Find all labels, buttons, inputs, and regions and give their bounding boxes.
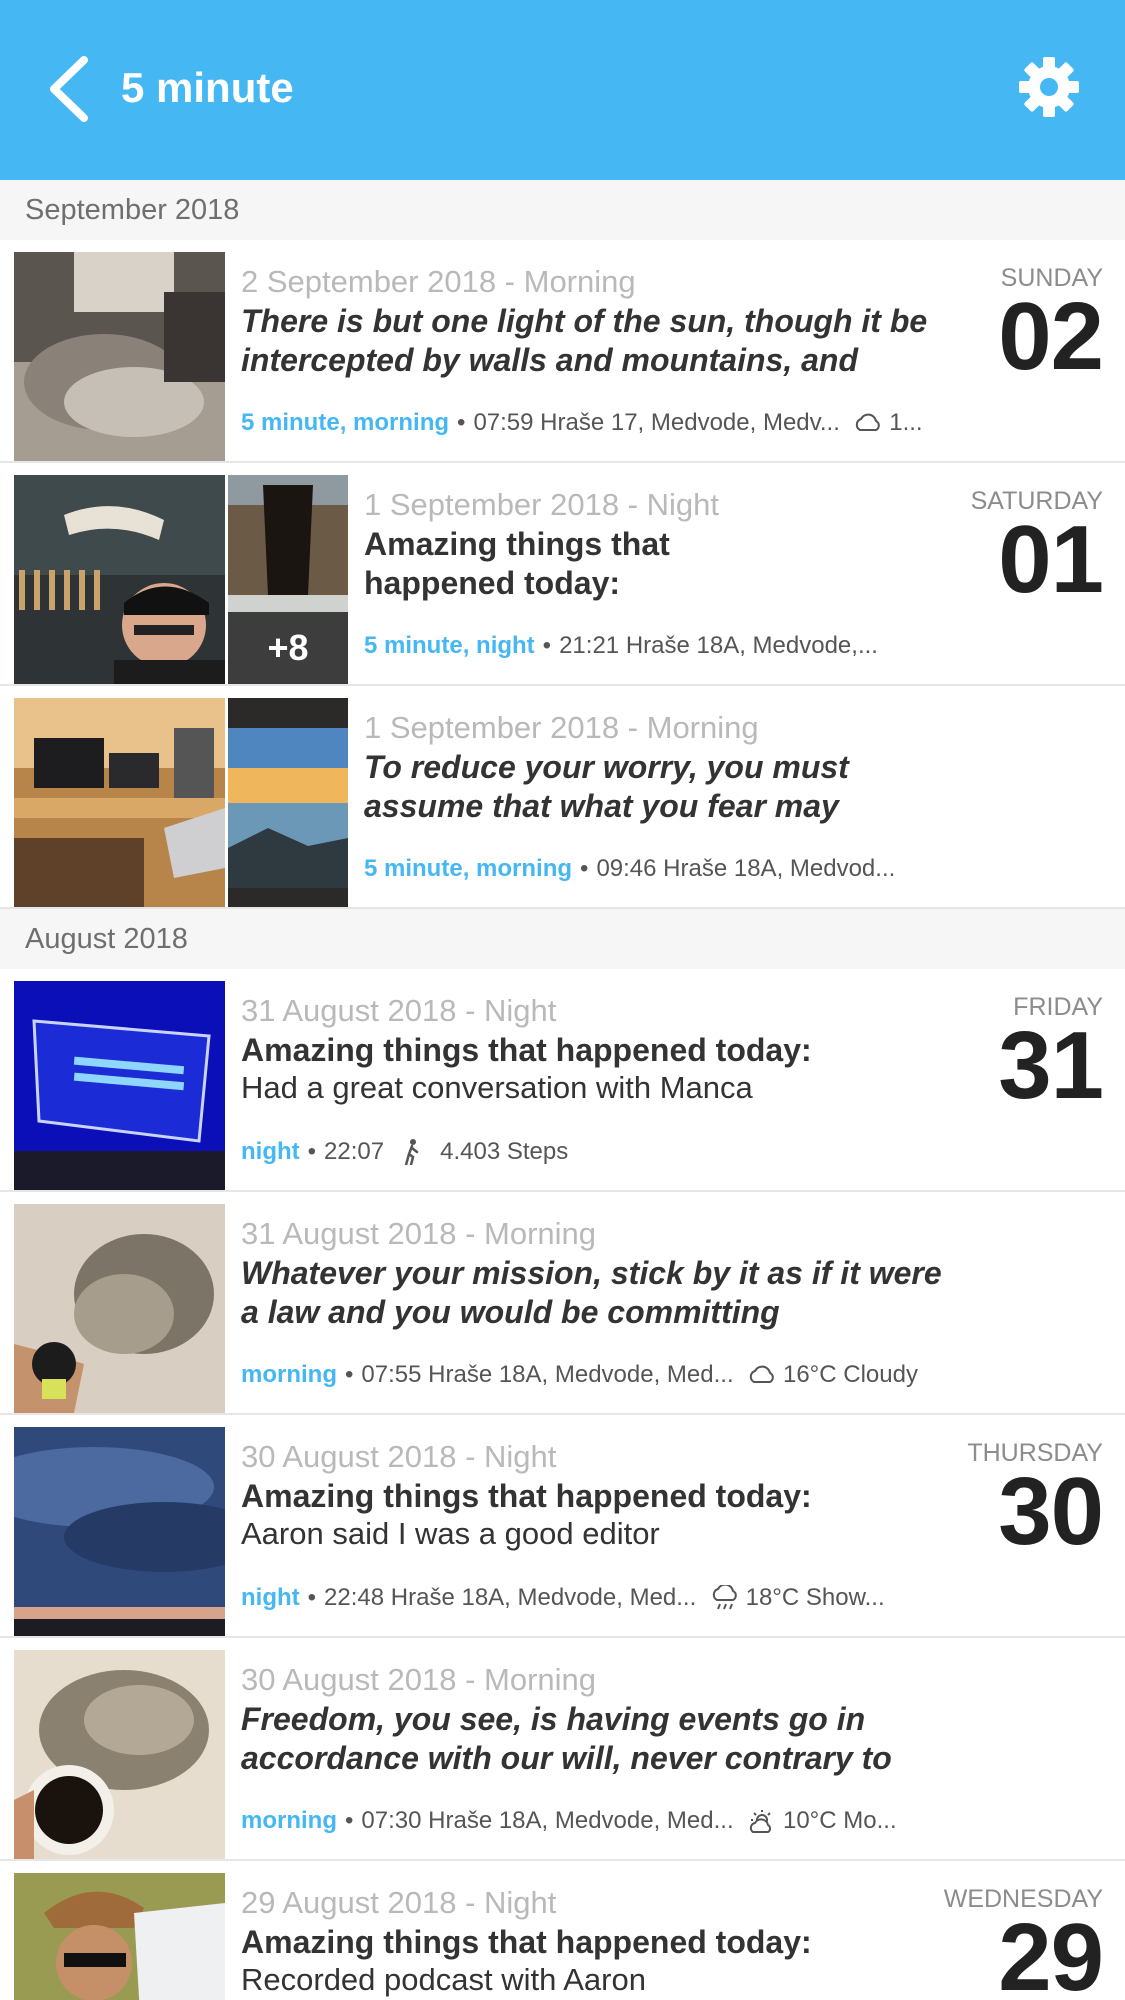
- rain-cloud-icon: [712, 1585, 737, 1610]
- tag-link[interactable]: night: [476, 632, 535, 660]
- separator-dot: •: [580, 855, 589, 882]
- app-header: 5 minute: [0, 0, 1125, 180]
- entry-time: 07:30: [361, 1807, 422, 1834]
- separator-dot: •: [457, 409, 466, 436]
- gear-icon[interactable]: [1018, 56, 1080, 118]
- journal-entry[interactable]: 30 August 2018 - Night Amazing things th…: [0, 1415, 1125, 1638]
- entry-meta: night • 22:48 Hraše 18A, Medvode, Med...…: [241, 1584, 885, 1612]
- entry-date: 31 August 2018 - Morning: [241, 1216, 597, 1251]
- separator-dot: •: [307, 1584, 317, 1611]
- tag-link[interactable]: night: [241, 1584, 300, 1612]
- entry-location: Hraše 17, Medvode, Medv...: [540, 409, 840, 436]
- entry-date: 1 September 2018 - Morning: [364, 710, 759, 745]
- photo-thumbnail: [14, 1204, 225, 1413]
- entry-time: 07:55: [361, 1361, 422, 1388]
- photo-thumbnail: [14, 1873, 225, 2000]
- cloud-icon: [856, 413, 880, 431]
- tag-link[interactable]: 5 minute: [364, 855, 463, 883]
- entry-title: Amazing things that happened today:: [241, 1924, 812, 1960]
- entry-time: 09:46: [596, 855, 657, 882]
- entry-weather: 10°C Mo...: [782, 1807, 897, 1834]
- photo-thumbnail: +8: [228, 475, 348, 684]
- entry-meta: morning • 07:30 Hraše 18A, Medvode, Med.…: [241, 1807, 897, 1835]
- journal-entry[interactable]: +8 1 September 2018 - Night Amazing thin…: [0, 463, 1125, 686]
- photo-thumbnail: [228, 698, 348, 907]
- entry-steps: 4.403 Steps: [440, 1138, 569, 1165]
- tag-link[interactable]: morning: [353, 409, 449, 437]
- photo-thumbnail: [14, 1650, 225, 1859]
- day-number: 29: [998, 1904, 1104, 2000]
- photo-thumbnail: [14, 1427, 225, 1636]
- entry-meta: 5 minute, morning • 09:46 Hraše 18A, Med…: [364, 855, 896, 883]
- entry-title: There is but one light of the sun, thoug…: [241, 303, 928, 378]
- entry-location: Hraše 18A, Medvode,...: [625, 632, 878, 659]
- tag-link[interactable]: morning: [241, 1361, 337, 1389]
- section-header-september: September 2018: [0, 180, 1125, 240]
- tag-link[interactable]: morning: [241, 1807, 337, 1835]
- tag-link[interactable]: morning: [476, 855, 572, 883]
- entry-date: 2 September 2018 - Morning: [241, 264, 636, 299]
- tag-link[interactable]: 5 minute: [241, 409, 340, 437]
- walking-icon: [405, 1139, 419, 1165]
- entry-location: Hraše 18A, Medvode, Med...: [428, 1807, 734, 1834]
- entry-title: Freedom, you see, is having events go in…: [241, 1701, 892, 1776]
- journal-list: September 2018 2 September 2018 - Mornin…: [0, 180, 1125, 2000]
- photo-thumbnail: [14, 981, 225, 1190]
- separator-dot: •: [345, 1807, 354, 1834]
- back-chevron-icon[interactable]: [44, 54, 96, 124]
- day-number: 31: [998, 1012, 1104, 1119]
- entry-title: Amazing things that happened today:: [364, 526, 670, 601]
- partly-sunny-icon: [749, 1810, 772, 1833]
- entry-body: Aaron said I was a good editor: [241, 1516, 660, 1551]
- journal-entry[interactable]: 2 September 2018 - Morning There is but …: [0, 240, 1125, 463]
- more-photos-count: +8: [228, 612, 348, 684]
- entry-weather: 16°C Cloudy: [782, 1361, 918, 1388]
- tag-link[interactable]: night: [241, 1138, 300, 1166]
- cloud-icon: [749, 1365, 774, 1383]
- entry-location: Hraše 18A, Medvod...: [663, 855, 896, 882]
- entry-meta: 5 minute, night • 21:21 Hraše 18A, Medvo…: [364, 632, 878, 660]
- entry-time: 21:21: [559, 632, 620, 659]
- entry-location: Hraše 18A, Medvode, Med...: [390, 1584, 697, 1611]
- journal-entry[interactable]: 1 September 2018 - Morning To reduce you…: [0, 686, 1125, 909]
- entry-title: To reduce your worry, you must assume th…: [364, 749, 849, 824]
- day-number: 30: [998, 1458, 1104, 1565]
- entry-title: Whatever your mission, stick by it as if…: [241, 1255, 942, 1330]
- entry-time: 22:07: [324, 1138, 385, 1165]
- entry-title: Amazing things that happened today:: [241, 1032, 812, 1068]
- entry-date: 30 August 2018 - Morning: [241, 1662, 597, 1697]
- tag-link[interactable]: 5 minute: [364, 632, 463, 660]
- entry-date: 29 August 2018 - Night: [241, 1885, 557, 1920]
- entry-meta: 5 minute, morning • 07:59 Hraše 17, Medv…: [241, 409, 923, 437]
- journal-entry[interactable]: 29 August 2018 - Night Amazing things th…: [0, 1861, 1125, 2000]
- entry-date: 1 September 2018 - Night: [364, 487, 719, 522]
- entry-meta: night • 22:07 4.403 Steps: [241, 1138, 568, 1166]
- entry-weather: 18°C Show...: [745, 1584, 885, 1611]
- section-header-august: August 2018: [0, 909, 1125, 969]
- journal-entry[interactable]: 31 August 2018 - Morning Whatever your m…: [0, 1192, 1125, 1415]
- photo-thumbnail: [14, 698, 225, 907]
- page-title: 5 minute: [121, 64, 294, 111]
- entry-date: 30 August 2018 - Night: [241, 1439, 557, 1474]
- entry-location: Hraše 18A, Medvode, Med...: [428, 1361, 734, 1388]
- day-number: 02: [998, 283, 1104, 390]
- photo-thumbnail: [14, 475, 225, 684]
- separator-dot: •: [542, 632, 552, 659]
- entry-meta: morning • 07:55 Hraše 18A, Medvode, Med.…: [241, 1361, 918, 1389]
- entry-time: 07:59: [473, 409, 534, 436]
- separator-dot: •: [307, 1138, 317, 1165]
- entry-title: Amazing things that happened today:: [241, 1478, 812, 1514]
- entry-body: Recorded podcast with Aaron: [241, 1962, 646, 1997]
- photo-thumbnail: [14, 252, 225, 461]
- day-number: 01: [998, 506, 1104, 613]
- entry-time: 22:48: [324, 1584, 385, 1611]
- separator-dot: •: [345, 1361, 354, 1388]
- entry-body: Had a great conversation with Manca: [241, 1070, 753, 1105]
- journal-entry[interactable]: 30 August 2018 - Morning Freedom, you se…: [0, 1638, 1125, 1861]
- journal-entry[interactable]: 31 August 2018 - Night Amazing things th…: [0, 969, 1125, 1192]
- entry-date: 31 August 2018 - Night: [241, 993, 557, 1028]
- entry-weather: 1...: [889, 409, 923, 436]
